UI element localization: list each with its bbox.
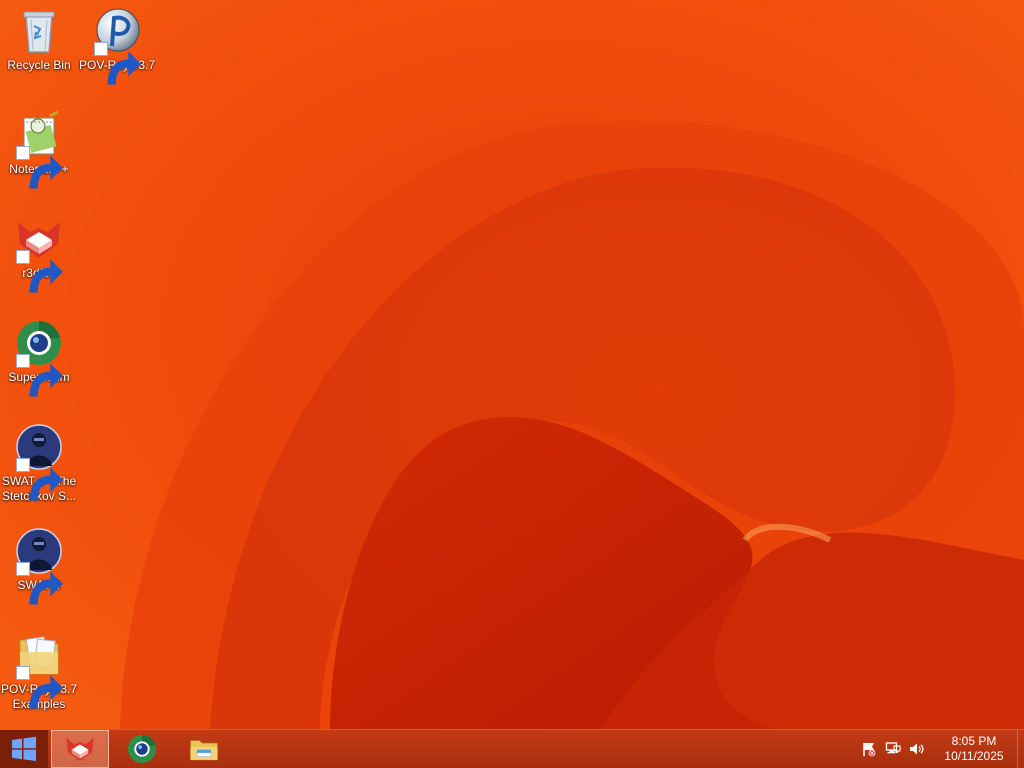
tray-action-center[interactable]	[857, 730, 881, 768]
desktop-icon-swat4-tsk[interactable]: SWAT 4 - The Stetchkov S...	[0, 422, 78, 504]
network-icon	[885, 742, 901, 754]
r3dfox-icon	[66, 738, 94, 762]
taskbar-button-r3dfox[interactable]	[51, 730, 109, 768]
recycle-bin-icon	[14, 6, 64, 56]
desktop-icon-recycle-bin[interactable]: Recycle Bin	[0, 6, 78, 73]
taskbar-clock[interactable]: 8:05 PM 10/11/2025	[931, 730, 1017, 768]
shortcut-arrow-icon	[16, 354, 63, 397]
swat4-tsk-icon	[14, 422, 64, 501]
desktop-icon-r3dfox[interactable]: r3dfox	[0, 214, 78, 293]
desktop[interactable]: Recycle Bin POV-Ray v3.7 Notepad++	[0, 0, 1024, 729]
clock-date: 10/11/2025	[944, 749, 1004, 763]
shortcut-arrow-icon	[94, 42, 141, 85]
system-tray: 8:05 PM 10/11/2025	[857, 730, 1024, 768]
taskbar-button-file-explorer[interactable]	[175, 730, 233, 768]
tray-volume[interactable]	[905, 730, 929, 768]
taskbar: 8:05 PM 10/11/2025	[0, 729, 1024, 768]
shortcut-arrow-icon	[16, 250, 63, 293]
windows-logo-icon	[12, 736, 36, 761]
supermium-icon	[127, 734, 157, 764]
clock-time: 8:05 PM	[951, 734, 997, 748]
desktop-icon-povray-examples[interactable]: POV-Ray v3.7 Examples	[0, 630, 78, 712]
desktop-icon-supermium[interactable]: Supermium	[0, 318, 78, 397]
volume-icon	[910, 743, 924, 755]
taskbar-button-supermium[interactable]	[113, 730, 171, 768]
wallpaper	[0, 0, 1024, 729]
tray-network[interactable]	[881, 730, 905, 768]
desktop-icon-notepadpp[interactable]: Notepad++	[0, 110, 78, 189]
shortcut-arrow-icon	[16, 458, 63, 501]
shortcut-arrow-icon	[16, 146, 63, 189]
start-button[interactable]	[0, 730, 48, 768]
notepadpp-icon	[14, 110, 64, 189]
folder-icon	[14, 630, 64, 709]
r3dfox-icon	[14, 214, 64, 293]
povray-icon	[92, 6, 142, 85]
action-center-flag-icon	[863, 743, 876, 757]
desktop-icon-povray[interactable]: POV-Ray v3.7	[78, 6, 156, 85]
file-explorer-icon	[190, 740, 218, 761]
shortcut-arrow-icon	[16, 666, 63, 709]
desktop-icon-swat4[interactable]: SWAT 4	[0, 526, 78, 605]
desktop-icon-label: Recycle Bin	[7, 58, 71, 72]
show-desktop-button[interactable]	[1017, 730, 1024, 768]
supermium-icon	[14, 318, 64, 397]
shortcut-arrow-icon	[16, 562, 63, 605]
swat4-icon	[14, 526, 64, 605]
